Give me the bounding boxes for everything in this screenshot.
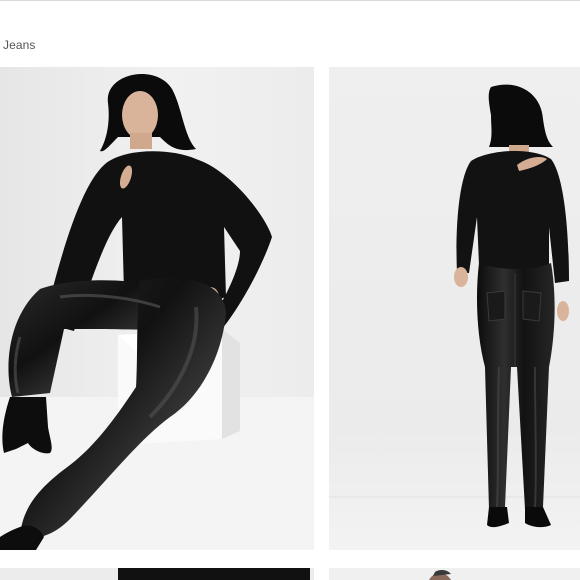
product-photo-4-image: [329, 568, 580, 580]
product-photo-3-image: [0, 568, 314, 580]
header-divider: [0, 0, 580, 1]
product-photo-front-image: [0, 67, 314, 550]
product-photo-3[interactable]: [0, 568, 314, 580]
breadcrumb-link-jeans[interactable]: Jeans: [3, 38, 36, 52]
product-photo-back[interactable]: [329, 67, 580, 550]
product-photo-4[interactable]: [329, 568, 580, 580]
product-photo-back-image: [329, 67, 580, 550]
product-photo-front[interactable]: [0, 67, 314, 550]
breadcrumb: Jeans: [3, 38, 36, 52]
